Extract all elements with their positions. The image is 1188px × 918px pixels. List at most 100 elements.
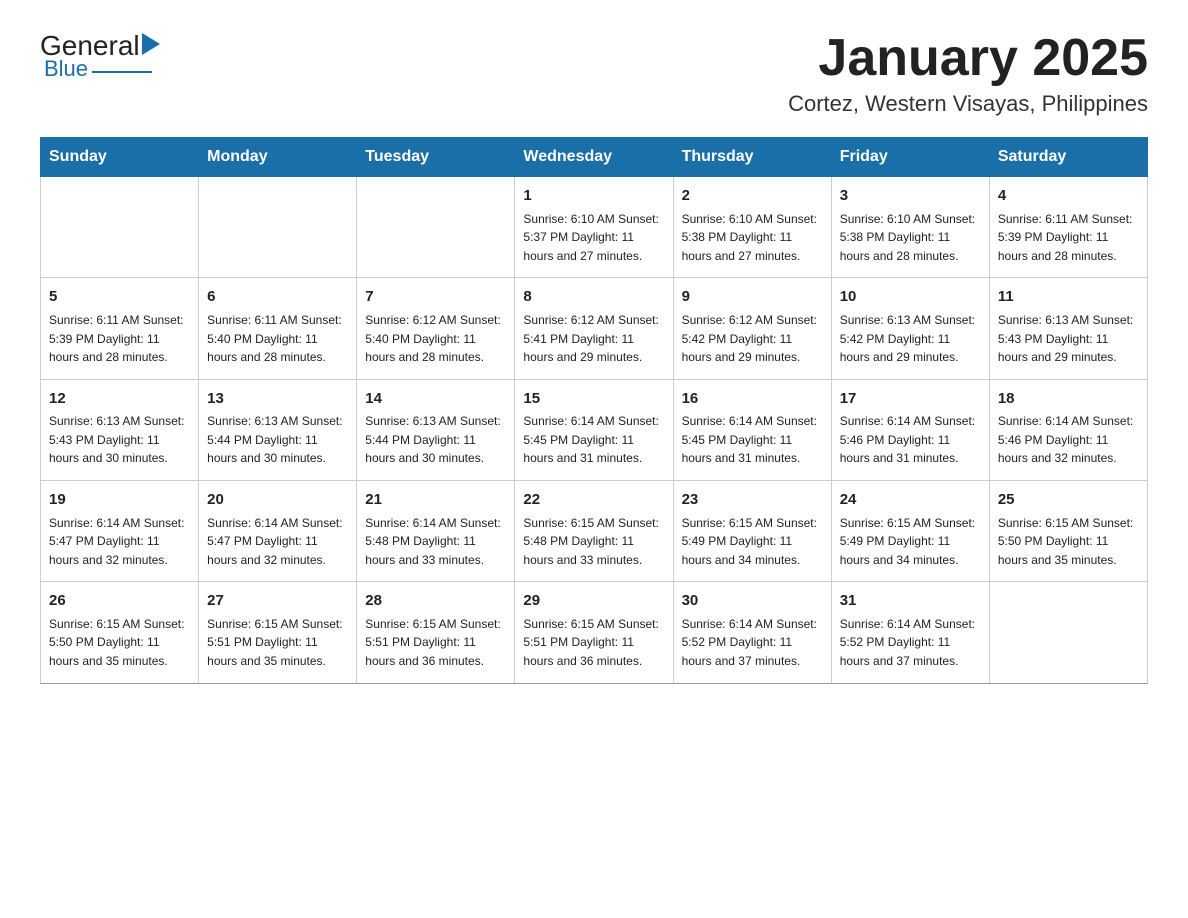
calendar-table: SundayMondayTuesdayWednesdayThursdayFrid… bbox=[40, 137, 1148, 683]
day-info: Sunrise: 6:14 AM Sunset: 5:47 PM Dayligh… bbox=[207, 514, 348, 570]
day-info: Sunrise: 6:14 AM Sunset: 5:46 PM Dayligh… bbox=[840, 412, 981, 468]
day-number: 1 bbox=[523, 185, 664, 208]
location-title: Cortez, Western Visayas, Philippines bbox=[788, 91, 1148, 117]
calendar-header-saturday: Saturday bbox=[989, 138, 1147, 177]
page-header: General Blue January 2025 Cortez, Wester… bbox=[40, 30, 1148, 117]
calendar-week-row: 12Sunrise: 6:13 AM Sunset: 5:43 PM Dayli… bbox=[41, 379, 1148, 480]
calendar-cell bbox=[41, 177, 199, 278]
calendar-cell bbox=[357, 177, 515, 278]
day-info: Sunrise: 6:14 AM Sunset: 5:45 PM Dayligh… bbox=[523, 412, 664, 468]
day-number: 24 bbox=[840, 489, 981, 512]
calendar-cell: 21Sunrise: 6:14 AM Sunset: 5:48 PM Dayli… bbox=[357, 481, 515, 582]
calendar-header-sunday: Sunday bbox=[41, 138, 199, 177]
day-info: Sunrise: 6:15 AM Sunset: 5:51 PM Dayligh… bbox=[207, 615, 348, 671]
day-number: 6 bbox=[207, 286, 348, 309]
calendar-header-monday: Monday bbox=[199, 138, 357, 177]
calendar-cell: 12Sunrise: 6:13 AM Sunset: 5:43 PM Dayli… bbox=[41, 379, 199, 480]
day-info: Sunrise: 6:14 AM Sunset: 5:48 PM Dayligh… bbox=[365, 514, 506, 570]
calendar-cell: 24Sunrise: 6:15 AM Sunset: 5:49 PM Dayli… bbox=[831, 481, 989, 582]
calendar-cell: 15Sunrise: 6:14 AM Sunset: 5:45 PM Dayli… bbox=[515, 379, 673, 480]
calendar-cell: 7Sunrise: 6:12 AM Sunset: 5:40 PM Daylig… bbox=[357, 278, 515, 379]
calendar-header-tuesday: Tuesday bbox=[357, 138, 515, 177]
calendar-header-row: SundayMondayTuesdayWednesdayThursdayFrid… bbox=[41, 138, 1148, 177]
day-info: Sunrise: 6:11 AM Sunset: 5:40 PM Dayligh… bbox=[207, 311, 348, 367]
calendar-week-row: 1Sunrise: 6:10 AM Sunset: 5:37 PM Daylig… bbox=[41, 177, 1148, 278]
logo: General Blue bbox=[40, 30, 160, 82]
day-number: 11 bbox=[998, 286, 1139, 309]
calendar-cell: 5Sunrise: 6:11 AM Sunset: 5:39 PM Daylig… bbox=[41, 278, 199, 379]
day-number: 20 bbox=[207, 489, 348, 512]
day-number: 12 bbox=[49, 388, 190, 411]
day-number: 21 bbox=[365, 489, 506, 512]
day-number: 8 bbox=[523, 286, 664, 309]
calendar-cell: 26Sunrise: 6:15 AM Sunset: 5:50 PM Dayli… bbox=[41, 582, 199, 683]
day-info: Sunrise: 6:13 AM Sunset: 5:42 PM Dayligh… bbox=[840, 311, 981, 367]
calendar-cell: 19Sunrise: 6:14 AM Sunset: 5:47 PM Dayli… bbox=[41, 481, 199, 582]
day-number: 18 bbox=[998, 388, 1139, 411]
day-info: Sunrise: 6:15 AM Sunset: 5:49 PM Dayligh… bbox=[682, 514, 823, 570]
calendar-cell: 1Sunrise: 6:10 AM Sunset: 5:37 PM Daylig… bbox=[515, 177, 673, 278]
calendar-cell: 16Sunrise: 6:14 AM Sunset: 5:45 PM Dayli… bbox=[673, 379, 831, 480]
day-number: 7 bbox=[365, 286, 506, 309]
day-info: Sunrise: 6:15 AM Sunset: 5:51 PM Dayligh… bbox=[365, 615, 506, 671]
calendar-cell: 31Sunrise: 6:14 AM Sunset: 5:52 PM Dayli… bbox=[831, 582, 989, 683]
calendar-cell: 17Sunrise: 6:14 AM Sunset: 5:46 PM Dayli… bbox=[831, 379, 989, 480]
day-info: Sunrise: 6:15 AM Sunset: 5:51 PM Dayligh… bbox=[523, 615, 664, 671]
day-info: Sunrise: 6:11 AM Sunset: 5:39 PM Dayligh… bbox=[998, 210, 1139, 266]
calendar-header-thursday: Thursday bbox=[673, 138, 831, 177]
day-number: 16 bbox=[682, 388, 823, 411]
day-number: 2 bbox=[682, 185, 823, 208]
day-info: Sunrise: 6:14 AM Sunset: 5:52 PM Dayligh… bbox=[682, 615, 823, 671]
calendar-week-row: 19Sunrise: 6:14 AM Sunset: 5:47 PM Dayli… bbox=[41, 481, 1148, 582]
calendar-cell: 27Sunrise: 6:15 AM Sunset: 5:51 PM Dayli… bbox=[199, 582, 357, 683]
calendar-cell bbox=[989, 582, 1147, 683]
day-info: Sunrise: 6:14 AM Sunset: 5:45 PM Dayligh… bbox=[682, 412, 823, 468]
day-number: 25 bbox=[998, 489, 1139, 512]
calendar-cell: 11Sunrise: 6:13 AM Sunset: 5:43 PM Dayli… bbox=[989, 278, 1147, 379]
calendar-header-wednesday: Wednesday bbox=[515, 138, 673, 177]
day-info: Sunrise: 6:15 AM Sunset: 5:50 PM Dayligh… bbox=[998, 514, 1139, 570]
day-number: 27 bbox=[207, 590, 348, 613]
calendar-week-row: 5Sunrise: 6:11 AM Sunset: 5:39 PM Daylig… bbox=[41, 278, 1148, 379]
day-number: 31 bbox=[840, 590, 981, 613]
day-number: 4 bbox=[998, 185, 1139, 208]
day-number: 3 bbox=[840, 185, 981, 208]
calendar-cell: 3Sunrise: 6:10 AM Sunset: 5:38 PM Daylig… bbox=[831, 177, 989, 278]
day-number: 15 bbox=[523, 388, 664, 411]
day-info: Sunrise: 6:15 AM Sunset: 5:50 PM Dayligh… bbox=[49, 615, 190, 671]
calendar-cell: 14Sunrise: 6:13 AM Sunset: 5:44 PM Dayli… bbox=[357, 379, 515, 480]
day-number: 10 bbox=[840, 286, 981, 309]
calendar-header-friday: Friday bbox=[831, 138, 989, 177]
calendar-cell: 25Sunrise: 6:15 AM Sunset: 5:50 PM Dayli… bbox=[989, 481, 1147, 582]
day-number: 19 bbox=[49, 489, 190, 512]
calendar-cell: 28Sunrise: 6:15 AM Sunset: 5:51 PM Dayli… bbox=[357, 582, 515, 683]
calendar-cell: 22Sunrise: 6:15 AM Sunset: 5:48 PM Dayli… bbox=[515, 481, 673, 582]
day-info: Sunrise: 6:13 AM Sunset: 5:44 PM Dayligh… bbox=[365, 412, 506, 468]
day-info: Sunrise: 6:15 AM Sunset: 5:49 PM Dayligh… bbox=[840, 514, 981, 570]
day-number: 5 bbox=[49, 286, 190, 309]
day-number: 26 bbox=[49, 590, 190, 613]
calendar-cell bbox=[199, 177, 357, 278]
day-info: Sunrise: 6:14 AM Sunset: 5:46 PM Dayligh… bbox=[998, 412, 1139, 468]
calendar-cell: 13Sunrise: 6:13 AM Sunset: 5:44 PM Dayli… bbox=[199, 379, 357, 480]
title-section: January 2025 Cortez, Western Visayas, Ph… bbox=[788, 30, 1148, 117]
day-info: Sunrise: 6:10 AM Sunset: 5:38 PM Dayligh… bbox=[840, 210, 981, 266]
day-number: 28 bbox=[365, 590, 506, 613]
day-number: 17 bbox=[840, 388, 981, 411]
day-info: Sunrise: 6:14 AM Sunset: 5:47 PM Dayligh… bbox=[49, 514, 190, 570]
day-number: 9 bbox=[682, 286, 823, 309]
calendar-cell: 9Sunrise: 6:12 AM Sunset: 5:42 PM Daylig… bbox=[673, 278, 831, 379]
calendar-cell: 6Sunrise: 6:11 AM Sunset: 5:40 PM Daylig… bbox=[199, 278, 357, 379]
day-info: Sunrise: 6:12 AM Sunset: 5:41 PM Dayligh… bbox=[523, 311, 664, 367]
day-number: 13 bbox=[207, 388, 348, 411]
calendar-cell: 8Sunrise: 6:12 AM Sunset: 5:41 PM Daylig… bbox=[515, 278, 673, 379]
calendar-cell: 2Sunrise: 6:10 AM Sunset: 5:38 PM Daylig… bbox=[673, 177, 831, 278]
day-number: 30 bbox=[682, 590, 823, 613]
day-info: Sunrise: 6:12 AM Sunset: 5:40 PM Dayligh… bbox=[365, 311, 506, 367]
calendar-cell: 10Sunrise: 6:13 AM Sunset: 5:42 PM Dayli… bbox=[831, 278, 989, 379]
logo-triangle-icon bbox=[142, 33, 160, 55]
day-info: Sunrise: 6:15 AM Sunset: 5:48 PM Dayligh… bbox=[523, 514, 664, 570]
day-info: Sunrise: 6:13 AM Sunset: 5:44 PM Dayligh… bbox=[207, 412, 348, 468]
day-info: Sunrise: 6:14 AM Sunset: 5:52 PM Dayligh… bbox=[840, 615, 981, 671]
day-info: Sunrise: 6:13 AM Sunset: 5:43 PM Dayligh… bbox=[49, 412, 190, 468]
